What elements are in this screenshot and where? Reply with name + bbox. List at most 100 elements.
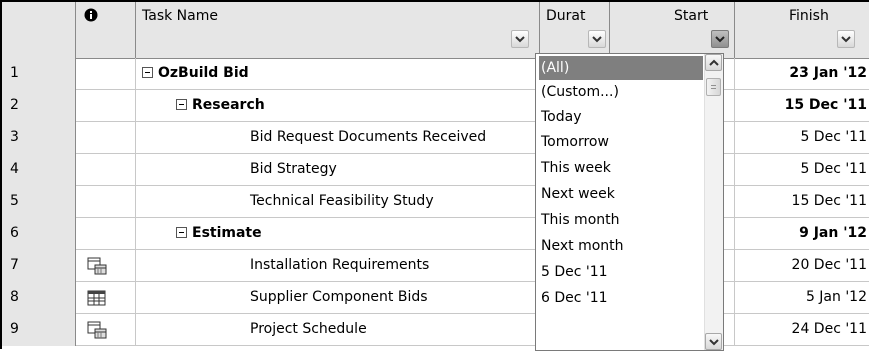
finish-date: 20 Dec '11	[791, 257, 867, 273]
task-name-cell[interactable]: Estimate	[136, 218, 540, 250]
filter-option[interactable]: Tomorrow	[539, 130, 703, 154]
info-icon	[84, 8, 98, 22]
finish-date: 5 Jan '12	[805, 289, 867, 305]
row-id-cell[interactable]: 9	[2, 314, 76, 346]
row-id: 3	[10, 129, 19, 145]
table-row[interactable]: 3 Bid Request Documents Received 5 Dec '11	[2, 122, 869, 154]
collapse-toggle-icon[interactable]	[176, 99, 187, 110]
row-id-cell[interactable]: 1	[2, 58, 76, 90]
task-name-cell[interactable]: Bid Strategy	[136, 154, 540, 186]
indicator-cell	[76, 122, 136, 154]
finish-date: 15 Dec '11	[791, 193, 867, 209]
row-id: 9	[10, 321, 19, 337]
filter-option[interactable]: 6 Dec '11	[539, 286, 703, 310]
table-row[interactable]: 4 Bid Strategy 5 Dec '11	[2, 154, 869, 186]
finish-cell[interactable]: 20 Dec '11	[735, 250, 869, 282]
task-name: Project Schedule	[250, 321, 367, 337]
row-id-cell[interactable]: 3	[2, 122, 76, 154]
chevron-down-icon	[841, 36, 851, 43]
calendar-constraint-icon	[87, 321, 107, 339]
task-name: Installation Requirements	[250, 257, 430, 273]
filter-option[interactable]: (All)	[539, 56, 703, 80]
finish-cell[interactable]: 5 Jan '12	[735, 282, 869, 314]
header-id[interactable]	[2, 2, 76, 58]
header-duration[interactable]: Durat	[540, 2, 610, 58]
table-row[interactable]: 8 Supplier Component Bids 5 Jan '12	[2, 282, 869, 314]
task-name: Research	[192, 97, 265, 113]
row-id: 2	[10, 97, 19, 113]
row-id-cell[interactable]: 7	[2, 250, 76, 282]
finish-cell[interactable]: 24 Dec '11	[735, 314, 869, 346]
scroll-up-button[interactable]	[705, 54, 722, 71]
filter-option[interactable]: 5 Dec '11	[539, 260, 703, 284]
row-id: 1	[10, 65, 19, 81]
scroll-thumb[interactable]	[706, 78, 721, 96]
header-start[interactable]: Start	[610, 2, 735, 58]
table-row[interactable]: 2 Research 15 Dec '11	[2, 90, 869, 122]
task-name: Supplier Component Bids	[250, 289, 428, 305]
chevron-down-icon	[715, 36, 725, 43]
task-name-cell[interactable]: Bid Request Documents Received	[136, 122, 540, 154]
filter-option[interactable]: Next month	[539, 234, 703, 258]
chevron-up-icon	[709, 59, 719, 66]
chevron-down-icon	[515, 36, 525, 43]
row-id-cell[interactable]: 4	[2, 154, 76, 186]
task-name-cell[interactable]: Research	[136, 90, 540, 122]
indicator-cell	[76, 58, 136, 90]
start-filter-dropdown[interactable]: (All) (Custom...) Today Tomorrow This week Ne…	[535, 53, 724, 351]
header-indicators[interactable]	[76, 2, 136, 58]
dropdown-scrollbar[interactable]	[704, 54, 723, 350]
start-filter-button[interactable]	[711, 30, 729, 48]
header-duration-label: Durat	[546, 8, 586, 24]
task-name: Bid Strategy	[250, 161, 337, 177]
row-id-cell[interactable]: 5	[2, 186, 76, 218]
row-id-cell[interactable]: 6	[2, 218, 76, 250]
header-finish[interactable]: Finish	[735, 2, 869, 58]
finish-date: 5 Dec '11	[800, 129, 867, 145]
filter-option[interactable]: (Custom...)	[539, 80, 703, 104]
finish-cell[interactable]: 9 Jan '12	[735, 218, 869, 250]
table-row[interactable]: 1 OzBuild Bid 23 Jan '12	[2, 58, 869, 90]
table-row[interactable]: 6 Estimate 9 Jan '12	[2, 218, 869, 250]
indicator-cell	[76, 314, 136, 346]
task-name-cell[interactable]: OzBuild Bid	[136, 58, 540, 90]
finish-cell[interactable]: 23 Jan '12	[735, 58, 869, 90]
table-row[interactable]: 5 Technical Feasibility Study 15 Dec '11	[2, 186, 869, 218]
calendar-constraint-icon	[87, 257, 107, 275]
task-name-cell[interactable]: Installation Requirements	[136, 250, 540, 282]
header-task-name[interactable]: Task Name	[136, 2, 540, 58]
table-row[interactable]: 9 Project Schedule 24 Dec '11	[2, 314, 869, 346]
filter-option[interactable]: Next week	[539, 182, 703, 206]
finish-cell[interactable]: 5 Dec '11	[735, 154, 869, 186]
collapse-toggle-icon[interactable]	[142, 67, 153, 78]
indicator-cell	[76, 90, 136, 122]
finish-date: 15 Dec '11	[784, 97, 867, 113]
finish-date: 24 Dec '11	[791, 321, 867, 337]
scroll-down-button[interactable]	[705, 333, 722, 350]
header-start-label: Start	[674, 8, 709, 24]
table-row[interactable]: 7 Installation Requirements 20 Dec '11	[2, 250, 869, 282]
task-name: Bid Request Documents Received	[250, 129, 487, 145]
table-icon	[87, 290, 106, 306]
duration-filter-button[interactable]	[588, 30, 606, 48]
row-id-cell[interactable]: 2	[2, 90, 76, 122]
task-name-cell[interactable]: Project Schedule	[136, 314, 540, 346]
task-name: Estimate	[192, 225, 262, 241]
finish-cell[interactable]: 5 Dec '11	[735, 122, 869, 154]
filter-option[interactable]: Today	[539, 105, 703, 129]
gantt-table: Task Name Durat Start Finish 1 OzBuild Bi…	[0, 0, 869, 351]
row-id: 7	[10, 257, 19, 273]
task-name-cell[interactable]: Supplier Component Bids	[136, 282, 540, 314]
row-id-cell[interactable]: 8	[2, 282, 76, 314]
filter-option[interactable]: This week	[539, 156, 703, 180]
row-id: 8	[10, 289, 19, 305]
finish-filter-button[interactable]	[837, 30, 855, 48]
row-id: 5	[10, 193, 19, 209]
task-name-filter-button[interactable]	[511, 30, 529, 48]
task-name-cell[interactable]: Technical Feasibility Study	[136, 186, 540, 218]
finish-cell[interactable]: 15 Dec '11	[735, 186, 869, 218]
collapse-toggle-icon[interactable]	[176, 227, 187, 238]
filter-option[interactable]: This month	[539, 208, 703, 232]
header-task-name-label: Task Name	[142, 8, 218, 24]
finish-cell[interactable]: 15 Dec '11	[735, 90, 869, 122]
